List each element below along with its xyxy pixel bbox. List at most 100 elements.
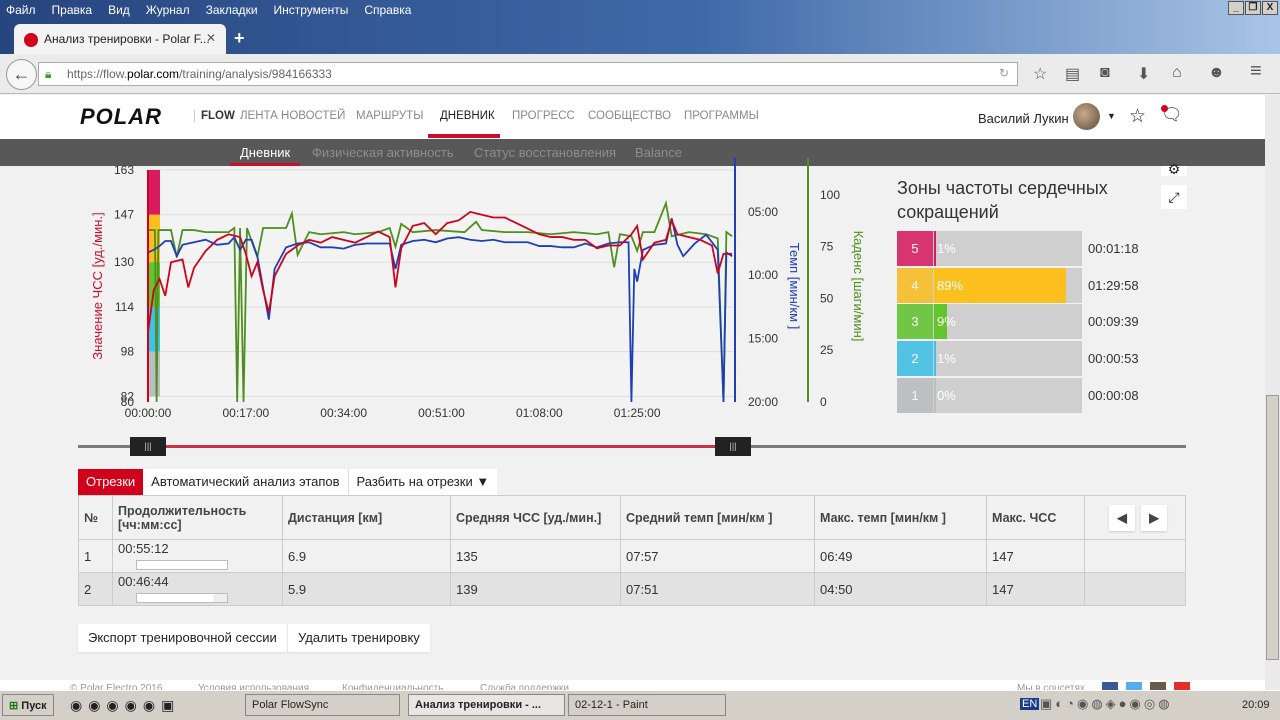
avatar[interactable] — [1073, 103, 1100, 130]
menu-tools[interactable]: Инструменты — [274, 3, 349, 17]
nav-news-feed[interactable]: ЛЕНТА НОВОСТЕЙ — [240, 110, 345, 122]
zone-strip-1 — [149, 351, 160, 397]
next-columns-button[interactable]: ▶ — [1141, 504, 1167, 531]
polar-logo[interactable]: POLAR — [80, 104, 162, 130]
tab-auto-laps[interactable]: Автоматический анализ этапов — [143, 469, 349, 495]
zone-fill-bar — [934, 341, 936, 377]
laps-table: № Продолжительность [чч:мм:сс] Дистанция… — [78, 495, 1186, 606]
menu-edit[interactable]: Правка — [52, 3, 93, 17]
col-distance: Дистанция [км] — [282, 495, 451, 540]
split-laps-label: Разбить на отрезки — [356, 474, 473, 489]
hamburger-menu-icon[interactable]: ≡ — [1250, 60, 1262, 83]
new-tab-button[interactable]: + — [234, 28, 245, 49]
x-tick-label: 00:17:00 — [222, 406, 269, 420]
split-laps-dropdown[interactable]: Разбить на отрезки ▼ — [349, 469, 498, 495]
range-start-handle[interactable]: ||| — [130, 437, 166, 456]
training-chart[interactable]: 163147130114988280Значение ЧСС [уд./мин.… — [78, 158, 878, 428]
home-icon[interactable]: ⌂ — [1172, 64, 1182, 82]
zone-number: 2 — [897, 341, 933, 377]
lap-empty — [1084, 572, 1186, 606]
lap-row[interactable]: 2 00:46:44 5.9 139 07:51 04:50 147 — [78, 572, 1186, 606]
menu-history[interactable]: Журнал — [146, 3, 190, 17]
bookmark-star-icon[interactable]: ☆ — [1033, 64, 1047, 84]
taskbar-firefox[interactable]: Анализ тренировки - ... — [408, 694, 565, 716]
close-tab-icon[interactable]: ✕ — [206, 31, 216, 45]
taskbar-paint[interactable]: 02-12-1 - Paint — [568, 694, 726, 716]
col-max-hr: Макс. ЧСС — [986, 495, 1085, 540]
prev-columns-button[interactable]: ◀ — [1109, 504, 1135, 531]
cadence-tick-label: 25 — [820, 343, 834, 357]
menu-bookmarks[interactable]: Закладки — [206, 3, 258, 17]
lap-duration: 00:46:44 — [112, 572, 283, 606]
nav-routes[interactable]: МАРШРУТЫ — [356, 110, 423, 122]
instagram-icon[interactable] — [1150, 682, 1166, 690]
nav-progress[interactable]: ПРОГРЕСС — [512, 110, 575, 122]
language-indicator[interactable]: EN — [1020, 698, 1040, 710]
lap-avg-pace: 07:57 — [620, 539, 815, 573]
pocket-icon[interactable]: ◙ — [1100, 64, 1110, 82]
tab-laps[interactable]: Отрезки — [78, 469, 144, 495]
hr-zone-3: 3 9% — [897, 304, 1082, 340]
hr-zones-title: Зоны частоты сердечных сокращений — [897, 178, 1108, 222]
delete-training-button[interactable]: Удалить тренировку — [288, 624, 430, 652]
start-button[interactable]: ⊞ Пуск — [2, 694, 54, 716]
hr-tick-label: 98 — [121, 345, 135, 359]
restore-button[interactable]: ❐ — [1245, 1, 1261, 15]
page-scrollbar[interactable] — [1265, 95, 1280, 690]
reading-list-icon[interactable]: ▤ — [1065, 64, 1080, 84]
favorites-star-icon[interactable]: ☆ — [1129, 105, 1146, 128]
pace-tick-label: 20:00 — [748, 395, 778, 409]
zone-number: 4 — [897, 267, 933, 303]
download-icon[interactable]: ⬇ — [1137, 64, 1150, 84]
lap-max-hr: 147 — [986, 572, 1085, 606]
zone-fill-bar — [934, 377, 936, 413]
cadence-tick-label: 75 — [820, 240, 834, 254]
menu-help[interactable]: Справка — [364, 3, 411, 17]
reload-icon[interactable]: ↻ — [999, 66, 1009, 80]
x-tick-label: 01:25:00 — [614, 406, 661, 420]
start-label: Пуск — [21, 700, 47, 712]
zone-percent: 89% — [937, 277, 964, 293]
x-tick-label: 00:51:00 — [418, 406, 465, 420]
hr-axis-label: Значение ЧСС [уд./мин.] — [90, 212, 105, 359]
settings-icon[interactable]: ⚙ — [1161, 162, 1187, 176]
cadence-tick-label: 50 — [820, 291, 834, 305]
lap-row[interactable]: 1 00:55:12 6.9 135 07:57 06:49 147 — [78, 539, 1186, 573]
taskbar-flowsync[interactable]: Polar FlowSync — [245, 694, 400, 716]
nav-community[interactable]: СООБЩЕСТВО — [588, 110, 671, 122]
hr-tick-label: 163 — [114, 163, 134, 177]
back-button[interactable]: ← — [6, 59, 37, 90]
facebook-icon[interactable] — [1102, 682, 1118, 690]
nav-diary[interactable]: ДНЕВНИК — [440, 110, 495, 122]
range-end-handle[interactable]: ||| — [715, 437, 751, 456]
col-avg-hr: Средняя ЧСС [уд./мин.] — [450, 495, 621, 540]
close-window-button[interactable]: X — [1262, 1, 1278, 15]
nav-programs[interactable]: ПРОГРАММЫ — [684, 110, 759, 122]
system-tray-icons[interactable]: ▣◐◔◉◍◈●◉◎◍ — [1040, 696, 1173, 712]
menu-file[interactable]: Файл — [6, 3, 36, 17]
col-number: № — [78, 495, 113, 540]
url-bar[interactable]: 🔒︎ https://flow.polar.com/training/analys… — [38, 62, 1018, 86]
cadence-tick-label: 100 — [820, 188, 840, 202]
pace-tick-label: 05:00 — [748, 205, 778, 219]
user-dropdown-icon[interactable]: ▼ — [1107, 111, 1116, 121]
lap-duration-bar — [136, 592, 228, 603]
windows-logo-icon: ⊞ — [9, 700, 19, 712]
url-prefix: https://flow. — [67, 67, 128, 81]
lap-avg-hr: 135 — [450, 539, 621, 573]
menu-view[interactable]: Вид — [108, 3, 130, 17]
user-name[interactable]: Василий Лукин — [978, 111, 1069, 126]
browser-tab[interactable]: Анализ тренировки - Polar F... ✕ — [14, 24, 226, 54]
lap-number: 1 — [78, 539, 113, 573]
twitter-icon[interactable] — [1126, 682, 1142, 690]
youtube-icon[interactable] — [1174, 682, 1190, 690]
scrollbar-thumb[interactable] — [1266, 395, 1279, 660]
minimize-button[interactable]: _ — [1228, 1, 1244, 15]
quick-launch-icons[interactable]: ◉◉◉◉◉▣ — [70, 697, 180, 714]
lap-max-pace: 04:50 — [814, 572, 987, 606]
export-session-button[interactable]: Экспорт тренировочной сессии — [78, 624, 287, 652]
smiley-icon[interactable]: ☻ — [1208, 64, 1225, 82]
zone-percent: 0% — [937, 387, 956, 403]
fullscreen-icon[interactable]: ⤢ — [1161, 185, 1187, 209]
zone-percent: 9% — [937, 314, 956, 330]
